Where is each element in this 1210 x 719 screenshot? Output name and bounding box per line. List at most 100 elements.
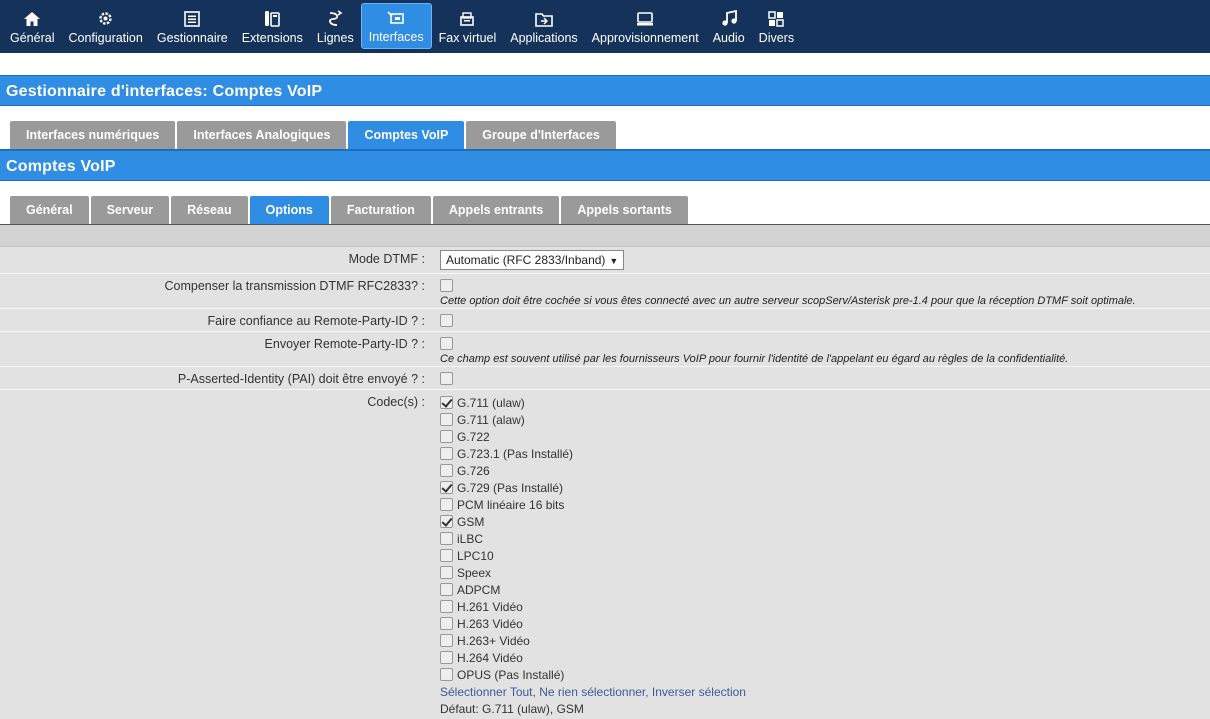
nav-lignes[interactable]: Lignes	[310, 0, 361, 53]
codec-label: G.726	[457, 463, 490, 478]
sub-tab-bar: Général Serveur Réseau Options Facturati…	[0, 181, 1210, 225]
codec-checkbox[interactable]	[440, 634, 453, 647]
codec-label: PCM linéaire 16 bits	[457, 497, 565, 512]
codec-checkbox[interactable]	[440, 396, 453, 409]
invert-selection-link[interactable]: Inverser sélection	[652, 685, 746, 699]
nav-fax-virtuel[interactable]: Fax virtuel	[432, 0, 504, 53]
codec-default: Défaut: G.711 (ulaw), GSM	[440, 702, 584, 716]
codec-label: G.711 (alaw)	[457, 412, 525, 427]
row-dtmf: Mode DTMF : Automatic (RFC 2833/Inband) ▼	[0, 247, 1210, 274]
codec-label: G.711 (ulaw)	[457, 395, 525, 410]
fax-icon	[459, 9, 475, 29]
nav-interfaces[interactable]: Interfaces	[360, 3, 432, 49]
codec-item: H.261 Vidéo	[440, 598, 1210, 615]
nav-general[interactable]: Général	[3, 0, 61, 53]
compenser-checkbox[interactable]	[440, 279, 453, 293]
codec-checkbox[interactable]	[440, 583, 453, 596]
compenser-label: Compenser la transmission DTMF RFC2833? …	[164, 279, 426, 293]
codec-checkbox[interactable]	[440, 430, 453, 443]
codec-item: H.263 Vidéo	[440, 615, 1210, 632]
select-all-link[interactable]: Sélectionner Tout	[440, 685, 533, 699]
compenser-help: Cette option doit être cochée si vous êt…	[440, 295, 1136, 308]
subtab-facturation[interactable]: Facturation	[330, 196, 431, 224]
nav-applications[interactable]: Applications	[503, 0, 584, 53]
codec-item: G.726	[440, 462, 1210, 479]
send-rpid-checkbox[interactable]	[440, 337, 453, 351]
nav-extensions[interactable]: Extensions	[235, 0, 310, 53]
codec-item: ADPCM	[440, 581, 1210, 598]
trust-rpid-checkbox[interactable]	[440, 314, 453, 328]
codec-item: G.729 (Pas Installé)	[440, 479, 1210, 496]
codec-label: G.722	[457, 429, 490, 444]
subtab-options[interactable]: Options	[249, 196, 329, 224]
codec-checkbox[interactable]	[440, 532, 453, 545]
grid-icon	[768, 9, 785, 29]
subtab-appels-sortants[interactable]: Appels sortants	[561, 196, 688, 224]
page-title: Gestionnaire d'interfaces: Comptes VoIP	[0, 75, 1210, 106]
nav-gestionnaire[interactable]: Gestionnaire	[150, 0, 235, 53]
subtab-serveur[interactable]: Serveur	[90, 196, 170, 224]
codec-label: G.729 (Pas Installé)	[457, 480, 564, 495]
applications-icon	[535, 9, 553, 29]
codec-list: G.711 (ulaw) G.711 (alaw) G.722 G.723.1 (Pa…	[432, 390, 1210, 719]
tab-groupe-interfaces[interactable]: Groupe d'Interfaces	[466, 121, 616, 149]
codec-label: H.263 Vidéo	[457, 616, 523, 631]
nav-approvisionnement[interactable]: Approvisionnement	[585, 0, 706, 53]
codec-item: PCM linéaire 16 bits	[440, 496, 1210, 513]
codec-label: G.723.1 (Pas Installé)	[457, 446, 574, 461]
codec-item: Speex	[440, 564, 1210, 581]
codec-checkbox[interactable]	[440, 566, 453, 579]
codec-checkbox[interactable]	[440, 498, 453, 511]
codec-checkbox[interactable]	[440, 617, 453, 630]
codec-item: OPUS (Pas Installé)	[440, 666, 1210, 683]
codec-checkbox[interactable]	[440, 668, 453, 681]
home-icon	[23, 9, 41, 29]
nav-divers[interactable]: Divers	[752, 0, 801, 53]
codec-item: H.263+ Vidéo	[440, 632, 1210, 649]
codecs-label: Codec(s) :	[367, 395, 425, 409]
codec-label: H.264 Vidéo	[457, 650, 523, 665]
codec-label: iLBC	[457, 531, 484, 546]
codec-selection-links: Sélectionner Tout, Ne rien sélectionner,…	[440, 685, 746, 699]
codec-checkbox[interactable]	[440, 651, 453, 664]
row-trust-rpid: Faire confiance au Remote-Party-ID ? :	[0, 309, 1210, 332]
codec-item: G.722	[440, 428, 1210, 445]
codec-checkbox[interactable]	[440, 481, 453, 494]
tab-interfaces-analogiques[interactable]: Interfaces Analogiques	[177, 121, 347, 149]
codec-checkbox[interactable]	[440, 549, 453, 562]
row-codecs: Codec(s) : G.711 (ulaw) G.711 (alaw) G.722…	[0, 390, 1210, 719]
codec-item: G.723.1 (Pas Installé)	[440, 445, 1210, 462]
codec-checkbox[interactable]	[440, 600, 453, 613]
nav-configuration[interactable]: Configuration	[61, 0, 149, 53]
codec-checkbox[interactable]	[440, 464, 453, 477]
tab-comptes-voip[interactable]: Comptes VoIP	[348, 121, 465, 149]
dtmf-label: Mode DTMF :	[348, 252, 425, 266]
codec-item: H.264 Vidéo	[440, 649, 1210, 666]
subtab-appels-entrants[interactable]: Appels entrants	[432, 196, 560, 224]
row-pai: P-Asserted-Identity (PAI) doit être envo…	[0, 367, 1210, 390]
codec-item: LPC10	[440, 547, 1210, 564]
select-none-link[interactable]: Ne rien sélectionner	[539, 685, 645, 699]
trust-rpid-label: Faire confiance au Remote-Party-ID ? :	[207, 314, 425, 328]
pai-checkbox[interactable]	[440, 372, 453, 386]
codec-label: Speex	[457, 565, 492, 580]
codec-checkbox[interactable]	[440, 515, 453, 528]
main-tab-bar: Interfaces numériques Interfaces Analogi…	[0, 106, 1210, 150]
subtab-reseau[interactable]: Réseau	[171, 196, 248, 224]
dtmf-select[interactable]: Automatic (RFC 2833/Inband) ▼	[440, 250, 625, 270]
row-send-rpid: Envoyer Remote-Party-ID ? : Ce champ est…	[0, 332, 1210, 367]
provisioning-icon	[636, 9, 654, 29]
pai-label: P-Asserted-Identity (PAI) doit être envo…	[177, 372, 425, 386]
list-icon	[184, 9, 201, 29]
codec-label: OPUS (Pas Installé)	[457, 667, 565, 682]
nav-audio[interactable]: Audio	[706, 0, 752, 53]
tab-interfaces-numeriques[interactable]: Interfaces numériques	[10, 121, 176, 149]
codec-label: LPC10	[457, 548, 494, 563]
codec-item: iLBC	[440, 530, 1210, 547]
phone-icon	[263, 9, 281, 29]
subtab-general[interactable]: Général	[10, 196, 89, 224]
row-compenser: Compenser la transmission DTMF RFC2833? …	[0, 274, 1210, 309]
codec-checkbox[interactable]	[440, 413, 453, 426]
codec-checkbox[interactable]	[440, 447, 453, 460]
route-icon	[327, 9, 343, 29]
